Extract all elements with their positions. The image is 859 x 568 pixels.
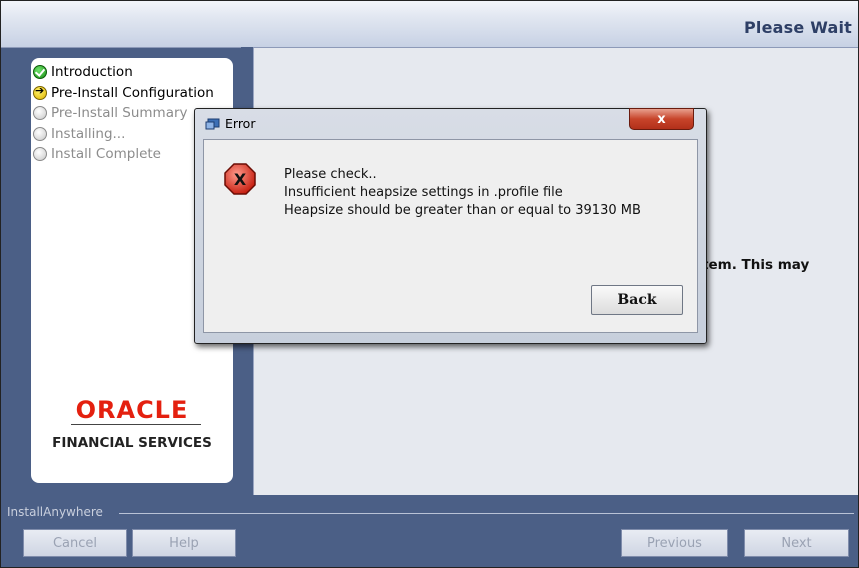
circle-icon [33, 147, 47, 162]
footer-bar: InstallAnywhere Cancel Help Previous Nex… [1, 497, 858, 567]
step-label: Pre-Install Summary [51, 105, 188, 122]
financial-services-label: FINANCIAL SERVICES [52, 435, 212, 451]
close-button[interactable]: x [629, 108, 694, 130]
step-label: Introduction [51, 64, 133, 81]
close-icon: x [657, 111, 666, 127]
circle-icon [33, 126, 47, 141]
java-window-icon [205, 118, 220, 130]
message-line: Insufficient heapsize settings in .profi… [284, 185, 563, 200]
step-label: Installing... [51, 125, 126, 142]
svg-text:X: X [234, 170, 247, 189]
status-text-fragment: stem. This may [694, 257, 810, 273]
step-label: Install Complete [51, 146, 161, 163]
installanywhere-label: InstallAnywhere [7, 505, 103, 519]
cancel-button[interactable]: Cancel [23, 529, 127, 557]
title-banner: Please Wait [1, 1, 858, 48]
oracle-wordmark: ORACLE [75, 396, 189, 424]
message-line: Please check.. [284, 167, 377, 182]
back-button[interactable]: Back [591, 285, 683, 315]
error-icon: X [224, 163, 256, 195]
step-pre-install-summary: Pre-Install Summary [33, 103, 214, 124]
step-installing: Installing... [33, 124, 214, 145]
step-introduction: Introduction [33, 62, 214, 83]
step-install-complete: Install Complete [33, 144, 214, 165]
dialog-title: Error [225, 116, 256, 131]
circle-icon [33, 106, 47, 121]
previous-button[interactable]: Previous [621, 529, 728, 557]
error-message: Please check.. Insufficient heapsize set… [284, 166, 641, 220]
dialog-titlebar: Error [205, 116, 255, 131]
step-pre-install-configuration: Pre-Install Configuration [33, 83, 214, 104]
window-title: Please Wait [743, 18, 852, 37]
message-line: Heapsize should be greater than or equal… [284, 203, 641, 218]
arrow-right-icon [33, 84, 47, 100]
error-dialog: Error x X Please check.. Insufficient he… [194, 108, 707, 344]
installer-window: Please Wait Introduction Pre-Install Con… [0, 0, 859, 568]
footer-divider [119, 513, 854, 514]
next-button[interactable]: Next [744, 529, 849, 557]
check-icon [33, 65, 47, 80]
steps-list: Introduction Pre-Install Configuration P… [33, 62, 214, 165]
logo-divider [71, 424, 201, 425]
help-button[interactable]: Help [132, 529, 236, 557]
dialog-body: X Please check.. Insufficient heapsize s… [203, 139, 698, 333]
step-label: Pre-Install Configuration [51, 84, 214, 101]
